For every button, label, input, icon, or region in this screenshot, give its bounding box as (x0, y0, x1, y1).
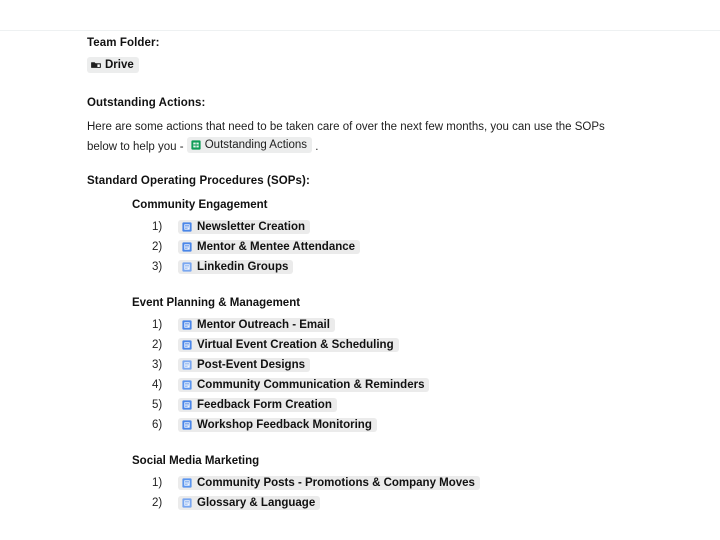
outstanding-actions-chip-label: Outstanding Actions (204, 139, 308, 151)
google-docs-icon (182, 222, 192, 232)
sop-item-label: Community Communication & Reminders (197, 379, 425, 391)
google-docs-icon (182, 380, 192, 390)
sops-heading: Standard Operating Procedures (SOPs): (87, 175, 310, 187)
drive-chip-label: Drive (105, 59, 134, 71)
sop-item-link[interactable]: Community Posts - Promotions & Company M… (178, 476, 480, 490)
sop-item-label: Mentor Outreach - Email (197, 319, 330, 331)
sop-item-number: 2) (152, 497, 163, 509)
sop-item-link[interactable]: Newsletter Creation (178, 220, 311, 234)
sop-item-link[interactable]: Feedback Form Creation (178, 398, 337, 412)
team-folder-row: Drive (87, 57, 687, 75)
sop-item-number: 1) (152, 221, 163, 233)
google-docs-icon (182, 498, 192, 508)
google-docs-icon (182, 262, 192, 272)
sop-list-item: 2) Glossary & Language (152, 493, 687, 513)
sop-group-heading: Event Planning & Management (132, 297, 301, 309)
sop-item-number: 6) (152, 419, 163, 431)
sop-item-number: 5) (152, 399, 163, 411)
sop-list-item: 1) Community Posts - Promotions & Company… (152, 473, 687, 493)
sop-item-link[interactable]: Virtual Event Creation & Scheduling (178, 338, 399, 352)
google-docs-icon (182, 478, 192, 488)
sop-item-number: 4) (152, 379, 163, 391)
sop-list-item: 5) Feedback Form Creation (152, 395, 687, 415)
google-sheets-icon (191, 140, 201, 150)
sop-list-item: 1) Newsletter Creation (152, 217, 687, 237)
sop-item-label: Feedback Form Creation (197, 399, 332, 411)
google-docs-icon (182, 400, 192, 410)
sop-item-link[interactable]: Workshop Feedback Monitoring (178, 418, 377, 432)
sop-item-link[interactable]: Mentor & Mentee Attendance (178, 240, 361, 254)
google-docs-icon (182, 242, 192, 252)
sop-list-item: 3) Post-Event Designs (152, 355, 687, 375)
outstanding-actions-paragraph: Here are some actions that need to be ta… (87, 117, 632, 157)
sop-item-link[interactable]: Glossary & Language (178, 496, 321, 510)
google-docs-icon (182, 320, 192, 330)
sop-list-item: 1) Mentor Outreach - Email (152, 315, 687, 335)
sop-item-number: 1) (152, 319, 163, 331)
sop-list-item: 2) Virtual Event Creation & Scheduling (152, 335, 687, 355)
outstanding-actions-chip[interactable]: Outstanding Actions (186, 137, 313, 153)
sop-item-number: 2) (152, 339, 163, 351)
sop-item-number: 3) (152, 359, 163, 371)
top-divider (0, 30, 720, 31)
sop-item-label: Community Posts - Promotions & Company M… (197, 477, 475, 489)
sop-item-label: Post-Event Designs (197, 359, 305, 371)
google-docs-icon (182, 420, 192, 430)
google-docs-icon (182, 340, 192, 350)
sop-item-label: Glossary & Language (197, 497, 316, 509)
drive-folder-icon (91, 60, 101, 70)
sop-item-label: Workshop Feedback Monitoring (197, 419, 372, 431)
document-body: Team Folder: Drive Outstanding Actions: … (87, 36, 687, 513)
google-docs-icon (182, 360, 192, 370)
sop-group-heading: Community Engagement (132, 199, 268, 211)
outstanding-actions-heading: Outstanding Actions: (87, 97, 206, 109)
sop-item-link[interactable]: Community Communication & Reminders (178, 378, 430, 392)
sop-item-label: Newsletter Creation (197, 221, 306, 233)
sop-item-number: 3) (152, 261, 163, 273)
sop-list-item: 6) Workshop Feedback Monitoring (152, 415, 687, 435)
paragraph-text-after: . (312, 141, 319, 153)
sop-item-link[interactable]: Linkedin Groups (178, 260, 294, 274)
sop-list-item: 2) Mentor & Mentee Attendance (152, 237, 687, 257)
sop-item-label: Mentor & Mentee Attendance (197, 241, 356, 253)
sop-item-label: Linkedin Groups (197, 261, 289, 273)
sop-group-heading: Social Media Marketing (132, 455, 260, 467)
drive-chip[interactable]: Drive (87, 57, 139, 73)
paragraph-text-before: Here are some actions that need to be ta… (87, 121, 605, 153)
sop-list-item: 3) Linkedin Groups (152, 257, 687, 277)
sop-item-link[interactable]: Post-Event Designs (178, 358, 310, 372)
sop-list-item: 4) Community Communication & Reminders (152, 375, 687, 395)
team-folder-heading: Team Folder: (87, 37, 160, 49)
sop-item-number: 2) (152, 241, 163, 253)
sop-item-link[interactable]: Mentor Outreach - Email (178, 318, 335, 332)
sop-item-number: 1) (152, 477, 163, 489)
sop-groups: Community Engagement 1) Newsletter Creatio… (87, 197, 687, 513)
sop-item-label: Virtual Event Creation & Scheduling (197, 339, 394, 351)
